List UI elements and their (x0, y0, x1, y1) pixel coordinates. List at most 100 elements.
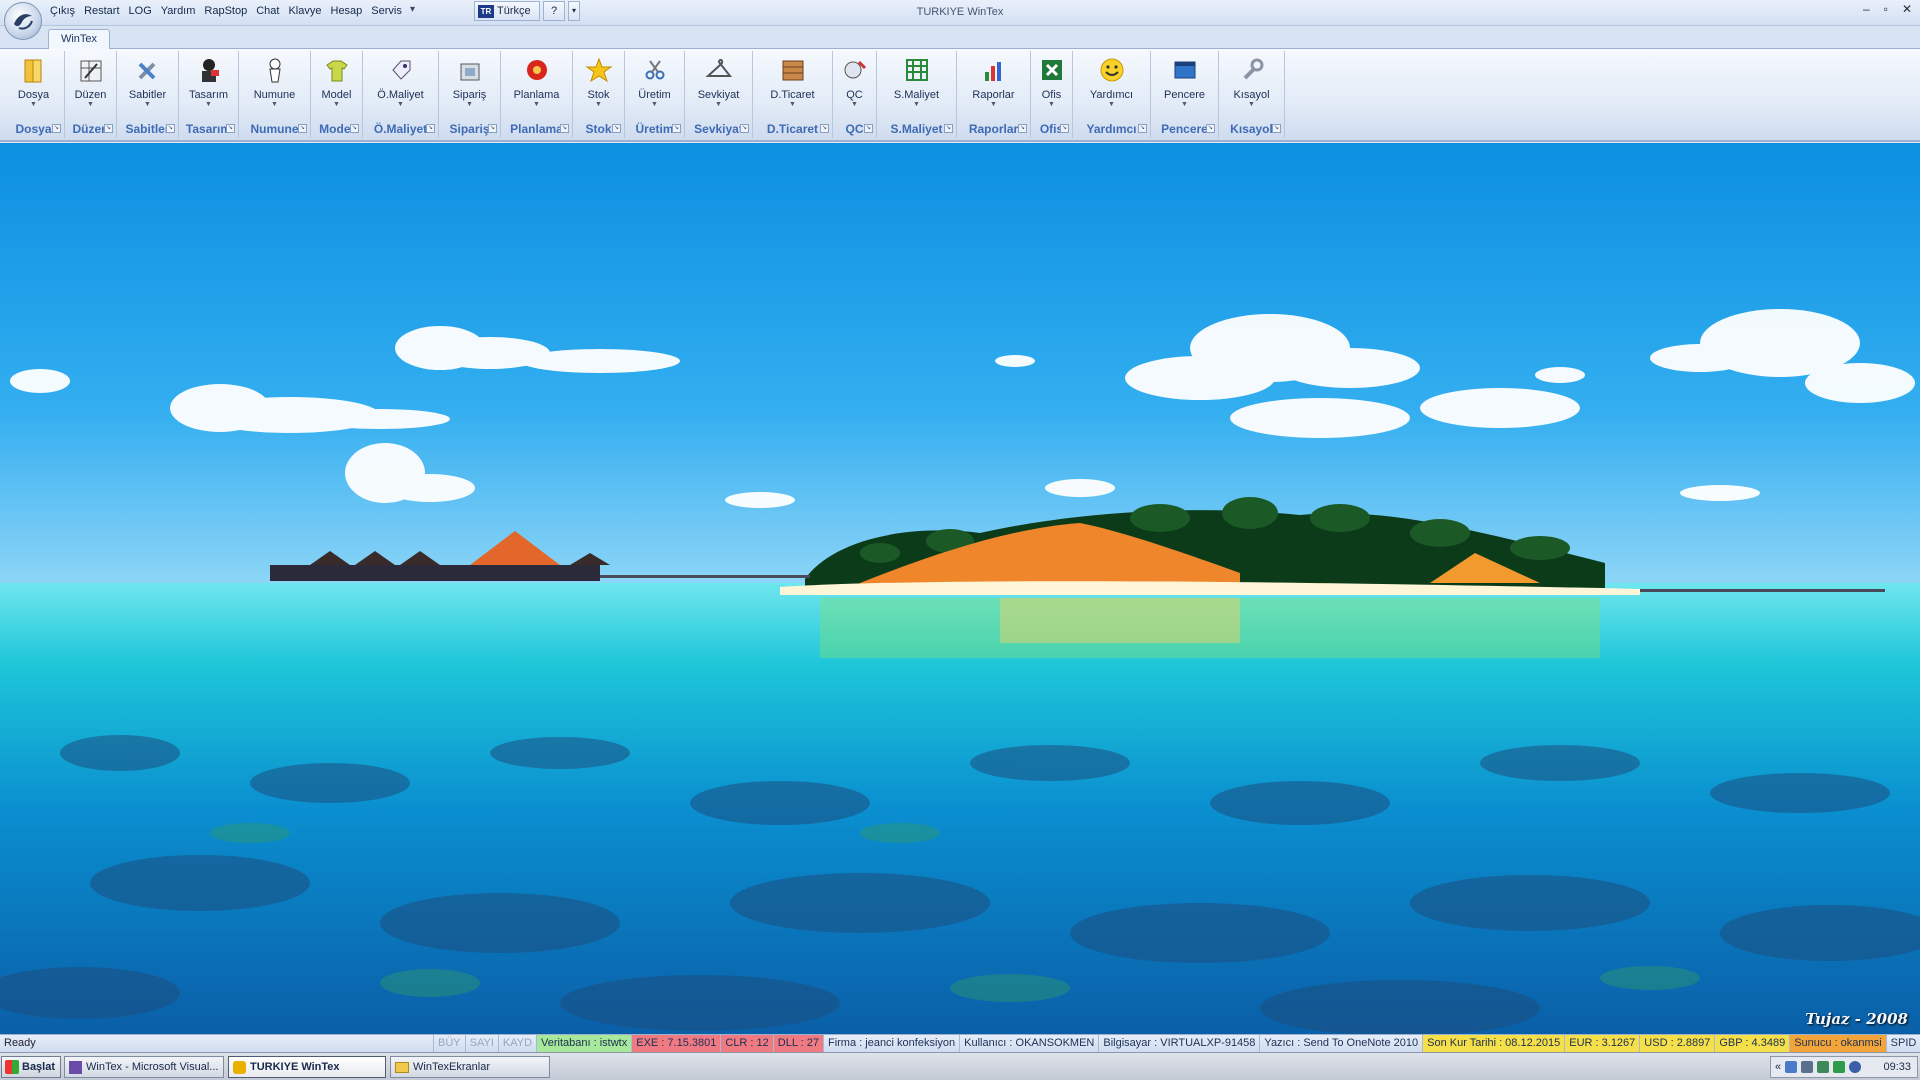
ribbon-button-3[interactable]: Tasarım ▼ (179, 51, 238, 115)
status-item-6: Bilgisayar : VIRTUALXP-91458 (1098, 1035, 1259, 1053)
close-button[interactable]: ✕ (1902, 2, 1912, 16)
maximize-button[interactable]: ▫ (1884, 2, 1888, 16)
ribbon-group-footer: Sabitler ↘ (117, 120, 178, 138)
ribbon-button-7[interactable]: Sipariş ▼ (439, 51, 500, 115)
group-launcher-icon[interactable]: ↘ (864, 124, 873, 133)
ribbon-button-0[interactable]: Dosya ▼ (3, 51, 64, 115)
status-item-4: Firma : jeanci konfeksiyon (822, 1035, 959, 1053)
group-launcher-icon[interactable]: ↘ (426, 124, 435, 133)
dropdown-arrow-icon: ▼ (1108, 101, 1115, 108)
ribbon-group-11: Sevkiyat ▼ Sevkiyat ↘ (685, 51, 753, 138)
dropdown-arrow-icon: ▼ (1181, 101, 1188, 108)
group-launcher-icon[interactable]: ↘ (104, 124, 113, 133)
status-cells: BÜY SAYI KAYD Veritabanı : istwtx EXE : 7.15… (433, 1035, 1920, 1053)
menu-item-2[interactable]: LOG (129, 5, 152, 17)
ribbon-button-11[interactable]: Sevkiyat ▼ (685, 51, 752, 115)
ribbon-groups: Dosya ▼ Dosya ↘ Düzen ▼ Düzen ↘ Sabitler ▼ Sabitle… (3, 51, 1285, 138)
ribbon-button-2[interactable]: Sabitler ▼ (117, 51, 178, 115)
hanger-icon (704, 55, 734, 85)
group-launcher-icon[interactable]: ↘ (166, 124, 175, 133)
ribbon-button-17[interactable]: Yardımcı ▼ (1073, 51, 1150, 115)
dropdown-arrow-icon: ▼ (87, 101, 94, 108)
tab-wintex[interactable]: WinTex (48, 29, 110, 50)
quick-access-dropdown-icon[interactable]: ▾ (410, 4, 415, 15)
help-button[interactable]: ? (543, 1, 565, 21)
status-item-13: SPID : 55 (1885, 1035, 1920, 1053)
ribbon-button-10[interactable]: Üretim ▼ (625, 51, 684, 115)
dropdown-arrow-icon: ▼ (30, 101, 37, 108)
ribbon-button-12[interactable]: D.Ticaret ▼ (753, 51, 832, 115)
menu-item-1[interactable]: Restart (84, 5, 119, 17)
status-key-indicator: KAYD (497, 1035, 536, 1053)
ribbon-button-14[interactable]: S.Maliyet ▼ (877, 51, 956, 115)
menu-item-0[interactable]: Çıkış (50, 5, 75, 17)
ribbon-button-5[interactable]: Model ▼ (311, 51, 362, 115)
group-launcher-icon[interactable]: ↘ (1272, 124, 1281, 133)
ribbon-group-label: Sipariş (449, 122, 490, 136)
language-selector[interactable]: TR Türkçe (474, 1, 540, 21)
ribbon: Dosya ▼ Dosya ↘ Düzen ▼ Düzen ↘ Sabitler ▼ Sabitle… (0, 49, 1920, 142)
menu-item-3[interactable]: Yardım (161, 5, 196, 17)
group-launcher-icon[interactable]: ↘ (820, 124, 829, 133)
group-launcher-icon[interactable]: ↘ (944, 124, 953, 133)
ribbon-button-9[interactable]: Stok ▼ (573, 51, 624, 115)
tray-volume-icon[interactable] (1801, 1061, 1814, 1073)
ribbon-button-label: Ö.Maliyet (377, 89, 424, 101)
application-orb-button[interactable] (4, 2, 42, 40)
ribbon-button-6[interactable]: Ö.Maliyet ▼ (363, 51, 438, 115)
group-launcher-icon[interactable]: ↘ (1138, 124, 1147, 133)
ribbon-button-16[interactable]: Ofis ▼ (1031, 51, 1072, 115)
ribbon-button-15[interactable]: Raporlar ▼ (957, 51, 1030, 115)
ribbon-group-footer: Kısayol ↘ (1219, 120, 1284, 138)
tray-update-icon[interactable] (1849, 1061, 1862, 1073)
group-launcher-icon[interactable]: ↘ (560, 124, 569, 133)
group-launcher-icon[interactable]: ↘ (350, 124, 359, 133)
ribbon-group-14: S.Maliyet ▼ S.Maliyet ↘ (877, 51, 957, 138)
ribbon-tab-row: WinTex (0, 26, 1920, 50)
taskbar-button-wintex[interactable]: TURKIYE WinTex (228, 1056, 386, 1078)
clock[interactable]: 09:33 (1883, 1061, 1911, 1073)
group-launcher-icon[interactable]: ↘ (612, 124, 621, 133)
ribbon-button-label: Yardımcı (1089, 89, 1134, 101)
group-launcher-icon[interactable]: ↘ (298, 124, 307, 133)
tray-shield-icon[interactable] (1833, 1061, 1846, 1073)
ribbon-button-13[interactable]: QC ▼ (833, 51, 876, 115)
taskbar-button-visual-studio[interactable]: WinTex - Microsoft Visual... (64, 1056, 224, 1078)
ribbon-button-4[interactable]: Numune ▼ (239, 51, 310, 115)
ribbon-group-footer: Sipariş ↘ (439, 120, 500, 138)
ribbon-group-16: Ofis ▼ Ofis ↘ (1031, 51, 1073, 138)
tray-network-icon[interactable] (1785, 1061, 1798, 1073)
ribbon-group-footer: Raporlar ↘ (957, 120, 1030, 138)
ribbon-button-1[interactable]: Düzen ▼ (65, 51, 116, 115)
group-launcher-icon[interactable]: ↘ (672, 124, 681, 133)
status-ready: Ready (4, 1037, 36, 1049)
menu-item-7[interactable]: Hesap (331, 5, 363, 17)
ribbon-button-19[interactable]: Kısayol ▼ (1219, 51, 1284, 115)
ribbon-button-18[interactable]: Pencere ▼ (1151, 51, 1218, 115)
taskbar-button-folder[interactable]: WinTexEkranlar (390, 1056, 550, 1078)
group-launcher-icon[interactable]: ↘ (226, 124, 235, 133)
ribbon-button-label: Planlama (513, 89, 560, 101)
group-launcher-icon[interactable]: ↘ (1206, 124, 1215, 133)
group-launcher-icon[interactable]: ↘ (52, 124, 61, 133)
ribbon-button-8[interactable]: Planlama ▼ (501, 51, 572, 115)
start-button[interactable]: Başlat (1, 1056, 61, 1078)
menu-item-8[interactable]: Servis (371, 5, 402, 17)
group-launcher-icon[interactable]: ↘ (740, 124, 749, 133)
ribbon-group-label: Dosya (15, 122, 52, 136)
group-launcher-icon[interactable]: ↘ (488, 124, 497, 133)
menu-item-5[interactable]: Chat (256, 5, 279, 17)
ribbon-button-label: QC (846, 89, 863, 101)
menu-item-6[interactable]: Klavye (288, 5, 321, 17)
group-launcher-icon[interactable]: ↘ (1018, 124, 1027, 133)
menu-item-4[interactable]: RapStop (204, 5, 247, 17)
folder-icon (19, 55, 49, 85)
group-launcher-icon[interactable]: ↘ (1060, 124, 1069, 133)
minimize-button[interactable]: – (1863, 2, 1870, 16)
main-workspace: Tujaz - 2008 (0, 143, 1920, 1034)
dropdown-arrow-icon: ▼ (1048, 101, 1055, 108)
ribbon-button-label: Kısayol (1233, 89, 1270, 101)
tray-monitor-icon[interactable] (1817, 1061, 1830, 1073)
more-options-icon[interactable]: ▾ (568, 1, 580, 21)
tray-expand-icon[interactable]: « (1775, 1061, 1781, 1073)
